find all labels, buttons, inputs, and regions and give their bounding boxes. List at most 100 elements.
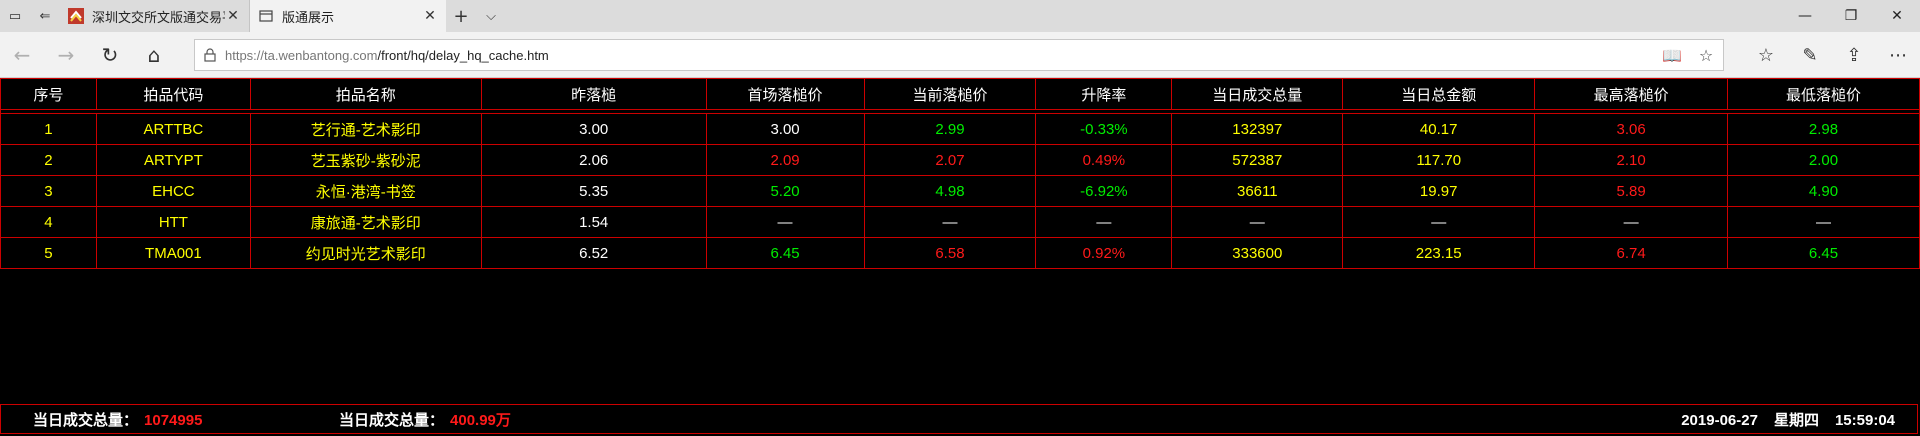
- header-cell: 最高落槌价: [1534, 78, 1729, 110]
- datetime: 2019-06-27 星期四 15:59:04: [1665, 409, 1895, 430]
- table-cell: —: [705, 206, 865, 238]
- table-cell: 1.54: [480, 206, 707, 238]
- tab-preview-chevron-icon[interactable]: ⌵: [476, 0, 506, 32]
- weekday-text: 星期四: [1773, 411, 1819, 429]
- quotes-table: 序号 拍品代码 拍品名称 昨落槌 首场落槌价 当前落槌价 升降率 当日成交总量 …: [0, 78, 1920, 269]
- table-row: 4 HTT 康旅通-艺术影印 1.54— — — — — — —: [0, 206, 1920, 238]
- table-cell: 6.52: [480, 237, 707, 269]
- table-cell: 4.90: [1727, 175, 1920, 207]
- table-cell: 4: [0, 206, 97, 238]
- browser-tab-bar: ▭ ⇐ 深圳文交所文版通交易平台 ✕ 版通展示 ✕ + ⌵ — ❐ ✕: [0, 0, 1920, 32]
- table-cell: 3: [0, 175, 97, 207]
- minimize-icon[interactable]: —: [1782, 0, 1828, 32]
- time-text: 15:59:04: [1834, 411, 1895, 429]
- table-cell: 6.58: [863, 237, 1037, 269]
- close-tab-icon[interactable]: ✕: [225, 8, 241, 24]
- restore-icon[interactable]: ❐: [1828, 0, 1874, 32]
- lock-icon: [195, 48, 225, 62]
- new-tab-icon[interactable]: +: [446, 0, 476, 32]
- browser-tools: ☆ ✎ ⇪ ⋯: [1744, 32, 1920, 78]
- header-cell: 当日成交总量: [1171, 78, 1344, 110]
- table-row: 5 TMA001 约见时光艺术影印 6.52 6.45 6.58 0.92% 333600 22…: [0, 237, 1920, 269]
- forward-icon[interactable]: →: [44, 32, 88, 78]
- total-amount-value: 400.99万: [450, 411, 511, 429]
- close-tab-icon[interactable]: ✕: [422, 8, 438, 24]
- table-cell: 6.74: [1534, 237, 1729, 269]
- table-cell: 6.45: [705, 237, 865, 269]
- table-cell: 6.45: [1727, 237, 1920, 269]
- table-header-row: 序号 拍品代码 拍品名称 昨落槌 首场落槌价 当前落槌价 升降率 当日成交总量 …: [0, 78, 1920, 110]
- header-cell: 最低落槌价: [1727, 78, 1920, 110]
- table-cell: 2.00: [1727, 144, 1920, 176]
- table-cell: 2.09: [705, 144, 865, 176]
- window-controls: — ❐ ✕: [1782, 0, 1920, 32]
- share-icon[interactable]: ⇪: [1832, 32, 1876, 78]
- site-logo-icon: [68, 8, 84, 24]
- table-cell: 117.70: [1342, 144, 1536, 176]
- table-cell: ARTYPT: [95, 144, 251, 176]
- table-cell: 2.99: [863, 113, 1037, 145]
- tab-banton-display[interactable]: 版通展示 ✕: [250, 0, 446, 32]
- total-amount: 当日成交总量： 400.99万: [339, 409, 511, 430]
- table-cell: 0.92%: [1035, 237, 1173, 269]
- table-cell: EHCC: [95, 175, 251, 207]
- quotes-page: 序号 拍品代码 拍品名称 昨落槌 首场落槌价 当前落槌价 升降率 当日成交总量 …: [0, 78, 1920, 436]
- table-cell: —: [863, 206, 1037, 238]
- total-volume: 当日成交总量： 1074995: [33, 409, 202, 430]
- reading-view-icon[interactable]: 📖: [1655, 46, 1689, 65]
- header-cell: 当前落槌价: [863, 78, 1037, 110]
- refresh-icon[interactable]: ↻: [88, 32, 132, 78]
- pen-icon[interactable]: ✎: [1788, 32, 1832, 78]
- header-cell: 首场落槌价: [705, 78, 865, 110]
- table-cell: —: [1727, 206, 1920, 238]
- table-row: 1 ARTTBC 艺行通-艺术影印 3.00 3.00 2.99 -0.33% 132397 4…: [0, 113, 1920, 145]
- table-cell: 2.07: [863, 144, 1037, 176]
- table-cell: 36611: [1171, 175, 1344, 207]
- table-cell: 0.49%: [1035, 144, 1173, 176]
- header-cell: 昨落槌: [480, 78, 707, 110]
- date-text: 2019-06-27: [1681, 411, 1758, 429]
- favorites-hub-icon[interactable]: ☆: [1744, 32, 1788, 78]
- table-cell: 永恒·港湾-书签: [249, 175, 482, 207]
- address-bar[interactable]: https://ta.wenbantong.com/front/hq/delay…: [194, 39, 1724, 71]
- url-text: https://ta.wenbantong.com/front/hq/delay…: [225, 48, 1655, 63]
- table-cell: 19.97: [1342, 175, 1536, 207]
- header-cell: 当日总金额: [1342, 78, 1536, 110]
- table-cell: 艺玉紫砂-紫砂泥: [249, 144, 482, 176]
- home-icon[interactable]: ⌂: [132, 32, 176, 78]
- table-cell: 40.17: [1342, 113, 1536, 145]
- table-cell: 572387: [1171, 144, 1344, 176]
- table-cell: 2: [0, 144, 97, 176]
- table-cell: TMA001: [95, 237, 251, 269]
- table-cell: 2.98: [1727, 113, 1920, 145]
- set-aside-tabs-icon[interactable]: ⇐: [30, 0, 60, 32]
- table-cell: 5.20: [705, 175, 865, 207]
- back-icon[interactable]: ←: [0, 32, 44, 78]
- tab-trading-platform[interactable]: 深圳文交所文版通交易平台 ✕: [60, 0, 250, 32]
- close-window-icon[interactable]: ✕: [1874, 0, 1920, 32]
- table-cell: 艺行通-艺术影印: [249, 113, 482, 145]
- header-cell: 序号: [0, 78, 97, 110]
- table-cell: HTT: [95, 206, 251, 238]
- table-cell: 2.06: [480, 144, 707, 176]
- table-cell: —: [1171, 206, 1344, 238]
- url-path: /front/hq/delay_hq_cache.htm: [377, 47, 549, 63]
- header-cell: 升降率: [1035, 78, 1173, 110]
- favorite-star-icon[interactable]: ☆: [1689, 46, 1723, 65]
- table-cell: 5.89: [1534, 175, 1729, 207]
- table-cell: 4.98: [863, 175, 1037, 207]
- url-host: https://ta.wenbantong.com: [225, 47, 378, 63]
- tab-title: 深圳文交所文版通交易平台: [92, 10, 225, 26]
- total-volume-value: 1074995: [144, 411, 203, 429]
- tab-manager-icon[interactable]: ▭: [0, 0, 30, 32]
- table-cell: -0.33%: [1035, 113, 1173, 145]
- table-cell: 3.06: [1534, 113, 1729, 145]
- summary-footer: 当日成交总量： 1074995 当日成交总量： 400.99万 2019-06-27…: [0, 404, 1918, 434]
- table-row: 3 EHCC 永恒·港湾-书签 5.35 5.20 4.98 -6.92% 36611 19.9…: [0, 175, 1920, 207]
- table-cell: —: [1342, 206, 1536, 238]
- table-cell: 5: [0, 237, 97, 269]
- tab-title: 版通展示: [282, 10, 335, 26]
- more-icon[interactable]: ⋯: [1876, 32, 1920, 78]
- table-cell: —: [1035, 206, 1173, 238]
- table-cell: 1: [0, 113, 97, 145]
